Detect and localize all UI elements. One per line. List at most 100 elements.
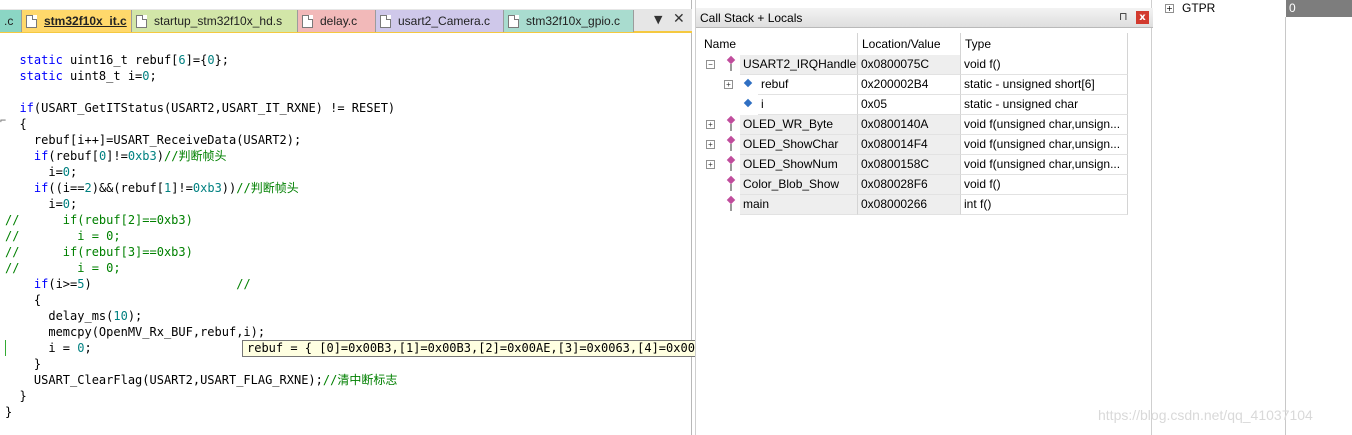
code-token: (USART_GetITStatus(USART2,USART_IT_RXNE)… [33, 101, 396, 115]
code-token: ((i== [48, 181, 85, 195]
column-header-type[interactable]: Type [961, 33, 1128, 55]
code-line[interactable]: memcpy(OpenMV_Rx_BUF,rebuf,i); [5, 324, 265, 340]
code-token: if [33, 277, 49, 291]
call-stack-row[interactable]: + OLED_ShowChar 0x080014F4 void f(unsigned … [700, 135, 1128, 155]
code-line[interactable]: i=0; [5, 196, 77, 212]
expand-icon[interactable]: + [1165, 4, 1174, 13]
code-token: ) [84, 277, 237, 291]
function-icon [726, 57, 736, 71]
file-tab-label: stm32f10x_it.c [44, 14, 127, 28]
call-stack-title: Call Stack + Locals [700, 11, 803, 25]
code-line[interactable]: // i = 0; [5, 260, 121, 276]
call-stack-name-cell: OLED_ShowChar [740, 135, 858, 155]
expand-icon[interactable]: + [706, 140, 715, 149]
code-token: ]={ [185, 53, 208, 67]
code-line[interactable]: delay_ms(10); [5, 308, 142, 324]
register-value[interactable]: 0 [1286, 0, 1352, 17]
call-stack-location-cell[interactable]: 0x0800140A [858, 115, 961, 135]
call-stack-location-cell[interactable]: 0x08000266 [858, 195, 961, 215]
code-line[interactable]: static uint8_t i=0; [5, 68, 156, 84]
call-stack-row[interactable]: i 0x05 static - unsigned char [700, 95, 1128, 115]
code-line[interactable]: } [5, 404, 12, 420]
code-line[interactable]: { [5, 116, 26, 132]
column-header-name[interactable]: Name [700, 33, 858, 55]
call-stack-row[interactable]: Color_Blob_Show 0x080028F6 void f() [700, 175, 1128, 195]
file-icon [136, 14, 147, 28]
fold-marker-icon[interactable]: ⌐ [0, 116, 6, 127]
expand-icon[interactable]: + [706, 120, 715, 129]
file-tab-3[interactable]: delay.c [298, 10, 376, 32]
call-stack-type-cell: void f(unsigned char,unsign... [961, 135, 1128, 155]
call-stack-location-cell[interactable]: 0x200002B4 [858, 75, 961, 95]
column-header-location[interactable]: Location/Value [858, 33, 961, 55]
file-icon [380, 14, 391, 28]
register-row[interactable]: + GTPR 0 [1157, 0, 1352, 17]
file-tab-bar: .c stm32f10x_it.c startup_stm32f10x_hd.s de… [0, 9, 692, 33]
call-stack-name-cell: main [740, 195, 858, 215]
call-stack-row[interactable]: − USART2_IRQHandler 0x0800075C void f() [700, 55, 1128, 75]
file-tab-label: stm32f10x_gpio.c [526, 14, 621, 28]
code-token: rebuf[i++]=USART_ReceiveData(USART2); [5, 133, 302, 147]
code-token: ); [127, 309, 143, 323]
code-line[interactable]: } [5, 388, 26, 404]
file-tab-label: .c [4, 14, 14, 28]
call-stack-type-cell: void f() [961, 55, 1128, 75]
file-tab-5[interactable]: stm32f10x_gpio.c [504, 10, 634, 32]
call-stack-location-cell[interactable]: 0x0800158C [858, 155, 961, 175]
file-icon [508, 14, 519, 28]
code-line[interactable]: // if(rebuf[3]==0xb3) [5, 244, 193, 260]
file-tab-label: delay.c [320, 14, 358, 28]
file-tab-2[interactable]: startup_stm32f10x_hd.s [132, 10, 298, 32]
code-token: // if(rebuf[2]==0xb3) [5, 213, 193, 227]
close-icon[interactable]: x [1136, 11, 1149, 24]
code-token: //清中断标志 [322, 373, 398, 387]
code-line[interactable]: static uint16_t rebuf[6]={0}; [5, 52, 229, 68]
code-token: 6 [178, 53, 186, 67]
call-stack-location-cell[interactable]: 0x05 [858, 95, 961, 115]
call-stack-type-cell: void f(unsigned char,unsign... [961, 115, 1128, 135]
code-line[interactable]: if((i==2)&&(rebuf[1]!=0xb3))//判断帧头 [5, 180, 299, 196]
call-stack-location-cell[interactable]: 0x080028F6 [858, 175, 961, 195]
call-stack-name-cell: i [758, 95, 858, 115]
tab-list-dropdown-icon[interactable]: ▼ [654, 13, 662, 26]
file-tab-label: startup_stm32f10x_hd.s [154, 14, 283, 28]
code-line[interactable]: if(USART_GetITStatus(USART2,USART_IT_RXN… [5, 100, 395, 116]
call-stack-row[interactable]: + rebuf 0x200002B4 static - unsigned short[… [700, 75, 1128, 95]
code-token: //判断帧头 [164, 149, 227, 163]
code-token: { [5, 293, 42, 307]
code-editor[interactable]: static uint16_t rebuf[6]={0}; static uin… [0, 52, 809, 435]
code-line[interactable]: { [5, 292, 41, 308]
call-stack-row[interactable]: + OLED_ShowNum 0x0800158C void f(unsigned c… [700, 155, 1128, 175]
code-token: if [33, 181, 49, 195]
code-token: (i>= [48, 277, 78, 291]
code-token: } [5, 405, 13, 419]
code-line[interactable]: i = 0; [5, 340, 91, 356]
call-stack-type-cell: static - unsigned short[6] [961, 75, 1128, 95]
code-line[interactable]: // i = 0; [5, 228, 121, 244]
call-stack-location-cell[interactable]: 0x080014F4 [858, 135, 961, 155]
call-stack-location-cell[interactable]: 0x0800075C [858, 55, 961, 75]
expand-icon[interactable]: + [706, 160, 715, 169]
pin-icon[interactable]: ⊓ [1119, 10, 1128, 23]
code-line[interactable]: if(rebuf[0]!=0xb3)//判断帧头 [5, 148, 227, 164]
call-stack-row[interactable]: main 0x08000266 int f() [700, 195, 1128, 215]
file-tab-0[interactable]: .c [0, 10, 22, 32]
file-tab-1[interactable]: stm32f10x_it.c [22, 10, 132, 32]
close-tab-icon[interactable]: ✕ [673, 11, 685, 27]
code-line[interactable]: // if(rebuf[2]==0xb3) [5, 212, 193, 228]
call-stack-name-cell: rebuf [758, 75, 858, 95]
code-line[interactable]: rebuf[i++]=USART_ReceiveData(USART2); [5, 132, 301, 148]
code-line[interactable]: i=0; [5, 164, 77, 180]
collapse-icon[interactable]: − [706, 60, 715, 69]
code-token: i = [5, 341, 78, 355]
code-line[interactable]: if(i>=5) // [5, 276, 251, 292]
function-icon [726, 197, 736, 211]
file-tab-4[interactable]: usart2_Camera.c [376, 10, 504, 32]
expand-icon[interactable]: + [724, 80, 733, 89]
code-line[interactable]: } [5, 356, 41, 372]
code-line[interactable]: USART_ClearFlag(USART2,USART_FLAG_RXNE);… [5, 372, 397, 388]
call-stack-row[interactable]: + OLED_WR_Byte 0x0800140A void f(unsigned c… [700, 115, 1128, 135]
